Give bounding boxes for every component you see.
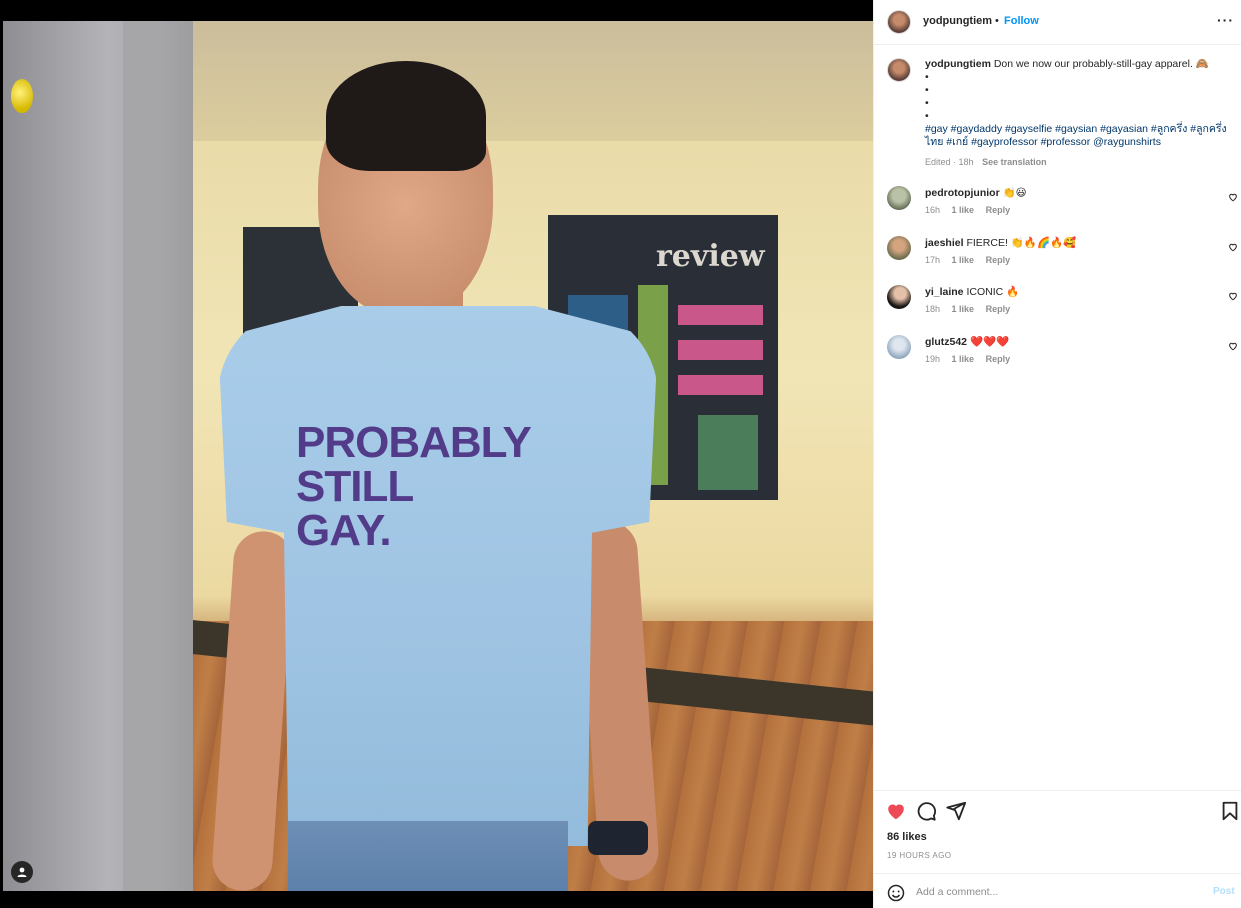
author-username[interactable]: yodpungtiem bbox=[923, 15, 992, 27]
edited-time: Edited · 18h bbox=[925, 157, 974, 167]
shirt-text: PROBABLY STILL GAY. bbox=[296, 418, 532, 555]
avatar[interactable] bbox=[887, 10, 911, 34]
action-bar: 86 likes 19 HOURS AGO bbox=[874, 790, 1241, 865]
caption-hashtags[interactable]: #gay #gaydaddy #gayselfie #gaysian #gaya… bbox=[925, 123, 1230, 149]
wall-edge bbox=[123, 21, 163, 891]
yellow-knob bbox=[11, 79, 33, 113]
caption-dot: • bbox=[925, 110, 929, 122]
comment-item: glutz542 ❤️❤️❤️ 19h 1 like Reply bbox=[887, 335, 1237, 375]
caption-dot: • bbox=[925, 84, 929, 96]
avatar[interactable] bbox=[887, 335, 911, 359]
comment-time: 17h bbox=[925, 255, 941, 265]
heart-icon[interactable] bbox=[885, 800, 907, 822]
header-separator: • bbox=[995, 15, 999, 27]
avatar[interactable] bbox=[887, 58, 911, 82]
post-side-panel: yodpungtiem • Follow ··· yodpungtiem Don… bbox=[873, 0, 1241, 908]
heart-icon[interactable] bbox=[1228, 291, 1238, 301]
comment-likes[interactable]: 1 like bbox=[952, 205, 975, 215]
comment-time: 18h bbox=[925, 304, 941, 314]
caption-meta: Edited · 18h See translation bbox=[925, 157, 1047, 167]
comment-username[interactable]: glutz542 bbox=[925, 336, 967, 348]
comment-text: ❤️❤️❤️ bbox=[969, 336, 1010, 348]
comment-likes[interactable]: 1 like bbox=[952, 304, 975, 314]
comment-likes[interactable]: 1 like bbox=[952, 255, 975, 265]
post-timestamp: 19 HOURS AGO bbox=[887, 851, 952, 860]
comment-line: glutz542 ❤️❤️❤️ bbox=[925, 335, 1009, 348]
heart-icon[interactable] bbox=[1228, 192, 1238, 202]
heart-icon[interactable] bbox=[1228, 341, 1238, 351]
reply-button[interactable]: Reply bbox=[986, 304, 1011, 314]
post-media: review PROBABLY STILL GAY. bbox=[0, 0, 873, 908]
post-header: yodpungtiem • Follow ··· bbox=[874, 0, 1241, 45]
comment-item: jaeshiel FIERCE! 👏🔥🌈🔥🥰 17h 1 like Reply bbox=[887, 236, 1237, 276]
comment-line: jaeshiel FIERCE! 👏🔥🌈🔥🥰 bbox=[925, 236, 1076, 249]
reply-button[interactable]: Reply bbox=[986, 354, 1011, 364]
comment-meta: 19h 1 like Reply bbox=[925, 354, 1019, 364]
reply-button[interactable]: Reply bbox=[986, 255, 1011, 265]
comment-item: pedrotopjunior 👏😃 16h 1 like Reply bbox=[887, 186, 1237, 226]
reply-button[interactable]: Reply bbox=[986, 205, 1011, 215]
post-photo[interactable]: review PROBABLY STILL GAY. bbox=[3, 21, 873, 891]
comment-composer: Post bbox=[874, 873, 1241, 908]
more-options-icon[interactable]: ··· bbox=[1217, 12, 1234, 28]
shirt-line-2: STILL bbox=[296, 462, 414, 511]
watch bbox=[588, 821, 648, 855]
comment-line: yi_laine ICONIC 🔥 bbox=[925, 285, 1019, 298]
person-icon bbox=[17, 867, 27, 877]
comment-text: FIERCE! 👏🔥🌈🔥🥰 bbox=[966, 237, 1077, 249]
comment-icon[interactable] bbox=[915, 800, 937, 822]
share-icon[interactable] bbox=[945, 800, 967, 822]
likes-count[interactable]: 86 likes bbox=[887, 831, 927, 843]
comment-username[interactable]: jaeshiel bbox=[925, 237, 964, 249]
wall-left bbox=[3, 21, 193, 891]
comment-likes[interactable]: 1 like bbox=[952, 354, 975, 364]
tagged-users-button[interactable] bbox=[11, 861, 33, 883]
follow-button[interactable]: Follow bbox=[1004, 15, 1039, 27]
caption-dot: • bbox=[925, 97, 929, 109]
comment-input[interactable] bbox=[916, 882, 1196, 902]
caption-username[interactable]: yodpungtiem bbox=[925, 58, 991, 70]
bookmark-icon[interactable] bbox=[1219, 800, 1241, 822]
avatar[interactable] bbox=[887, 285, 911, 309]
comment-text: ICONIC 🔥 bbox=[966, 286, 1020, 298]
caption-body: yodpungtiem Don we now our probably-stil… bbox=[925, 58, 1230, 149]
emoji-icon[interactable] bbox=[887, 884, 905, 902]
comment-text: 👏😃 bbox=[1002, 187, 1027, 199]
see-translation-link[interactable]: See translation bbox=[982, 157, 1047, 167]
comment-username[interactable]: yi_laine bbox=[925, 286, 964, 298]
caption-text: Don we now our probably-still-gay appare… bbox=[993, 58, 1209, 70]
poster-word: review bbox=[656, 239, 765, 274]
avatar[interactable] bbox=[887, 186, 911, 210]
comment-time: 16h bbox=[925, 205, 941, 215]
comment-line: pedrotopjunior 👏😃 bbox=[925, 186, 1027, 199]
heart-icon[interactable] bbox=[1228, 242, 1238, 252]
comment-item: yi_laine ICONIC 🔥 18h 1 like Reply bbox=[887, 285, 1237, 325]
post-comment-button[interactable]: Post bbox=[1213, 886, 1235, 897]
jeans bbox=[288, 821, 568, 891]
arm-left bbox=[210, 529, 296, 891]
comment-meta: 17h 1 like Reply bbox=[925, 255, 1019, 265]
comment-meta: 18h 1 like Reply bbox=[925, 304, 1019, 314]
avatar[interactable] bbox=[887, 236, 911, 260]
comment-username[interactable]: pedrotopjunior bbox=[925, 187, 1000, 199]
caption-dot: • bbox=[925, 71, 929, 83]
comment-time: 19h bbox=[925, 354, 941, 364]
shirt-line-1: PROBABLY bbox=[296, 418, 532, 467]
person: PROBABLY STILL GAY. bbox=[210, 51, 661, 891]
comment-meta: 16h 1 like Reply bbox=[925, 205, 1019, 215]
shirt-line-3: GAY. bbox=[296, 506, 392, 555]
hair bbox=[326, 61, 486, 171]
